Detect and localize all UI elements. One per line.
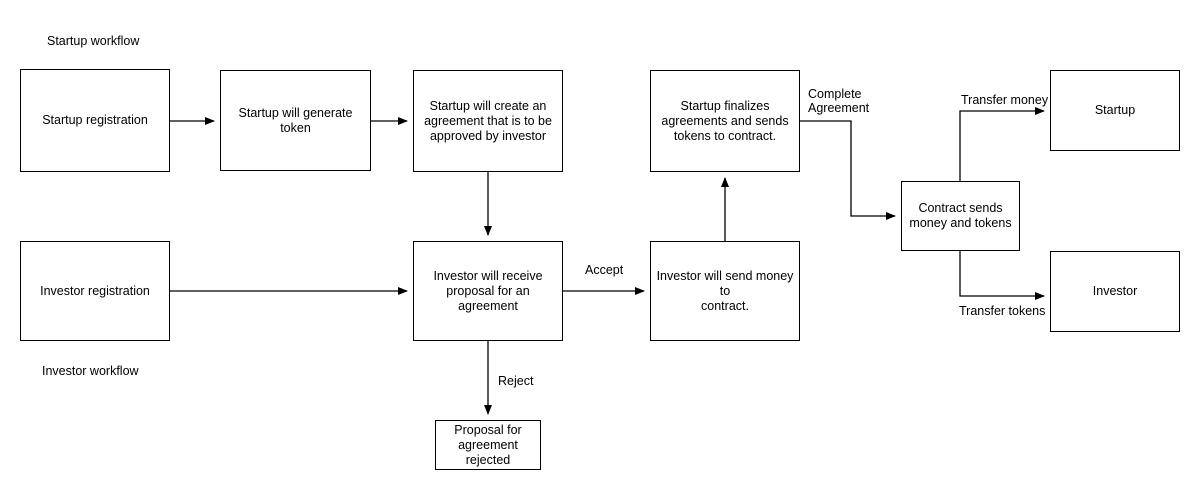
node-investor-receive-proposal[interactable]: Investor will receive proposal for an ag… [413,241,563,341]
edge-label-label-transfer-tokens: Transfer tokens [959,304,1046,318]
swimlane-label-startup-workflow: Startup workflow [47,34,140,48]
node-startup-endpoint[interactable]: Startup [1050,70,1180,151]
node-startup-registration[interactable]: Startup registration [20,69,170,172]
node-contract-sends[interactable]: Contract sends money and tokens [901,181,1020,251]
edge-label-label-accept: Accept [585,263,624,277]
node-investor-endpoint[interactable]: Investor [1050,251,1180,332]
edge-label-label-complete-agreement: Complete Agreement [808,87,870,115]
node-investor-registration[interactable]: Investor registration [20,241,170,341]
edge-label-label-reject: Reject [498,374,534,388]
swimlane-label-investor-workflow: Investor workflow [42,364,139,378]
node-investor-send-money[interactable]: Investor will send money to contract. [650,241,800,341]
node-startup-finalizes[interactable]: Startup finalizes agreements and sends t… [650,70,800,172]
connector-edge-contract-to-investor [959,251,1045,300]
edge-label-label-transfer-money: Transfer money [961,93,1049,107]
node-startup-create-agreement[interactable]: Startup will create an agreement that is… [413,70,563,172]
connector-layer [170,107,1045,415]
node-startup-generate-token[interactable]: Startup will generate token [220,70,371,171]
connector-edge-finalizes-to-contract [800,120,896,220]
connector-edge-contract-to-startup [959,107,1045,181]
node-proposal-rejected[interactable]: Proposal for agreement rejected [435,420,541,470]
flowchart-canvas: Startup registration Startup will generat… [0,0,1200,500]
